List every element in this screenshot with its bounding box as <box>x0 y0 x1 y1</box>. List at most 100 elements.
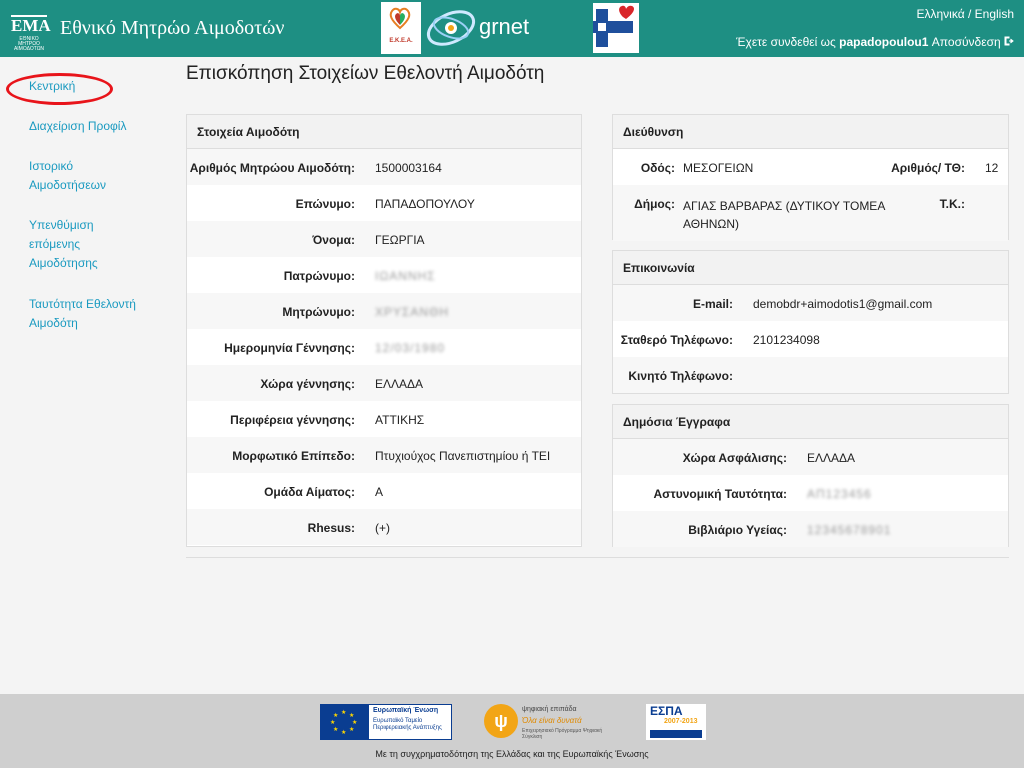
field-label: Χώρα γέννησης: <box>260 377 355 391</box>
contact-panel: Επικοινωνία E-mail: demobdr+aimodotis1@gm… <box>612 250 1009 394</box>
address-row-street: Οδός: ΜΕΣΟΓΕΙΩΝ Αριθμός/ ΤΘ: 12 <box>613 149 1008 185</box>
detail-row: Όνομα: ΓΕΩΡΓΙΑ <box>187 221 581 257</box>
sidebar-item-label: Αιμοδοτήσεων <box>29 178 106 192</box>
municipality-value: ΑΓΙΑΣ ΒΑΡΒΑΡΑΣ (ΔΥΤΙΚΟΥ ΤΟΜΕΑ ΑΘΗΝΩΝ) <box>683 197 885 233</box>
logo-text: ΕΜΑ <box>11 16 51 35</box>
heart-icon <box>389 7 411 30</box>
logout-link[interactable]: Αποσύνδεση <box>932 35 1001 49</box>
field-label: Μητρώνυμο: <box>282 305 355 319</box>
detail-row: Χώρα Ασφάλισης: ΕΛΛΑΔΑ <box>613 439 1008 475</box>
field-value: Πτυχιούχος Πανεπιστημίου ή ΤΕΙ <box>375 449 551 463</box>
espa-label: ΕΣΠΑ <box>650 704 683 718</box>
detail-row: Πατρώνυμο: ΙΩΑΝΝΗΣ <box>187 257 581 293</box>
sidebar-item-reminder[interactable]: Υπενθύμιση επόμενης Αιμοδότησης <box>29 216 159 273</box>
eu-fund: Ευρωπαϊκό Ταμείο Περιφερειακής Ανάπτυξης <box>373 718 442 731</box>
page-title: Επισκόπηση Στοιχείων Εθελοντή Αιμοδότη <box>186 63 545 84</box>
sidebar-item-profile[interactable]: Διαχείριση Προφίλ <box>29 117 159 136</box>
digital-convergence-icon: ψ <box>484 704 518 738</box>
field-value: demobdr+aimodotis1@gmail.com <box>753 297 933 311</box>
digital-convergence-logo: ψ ψηφιακή επιπάδα Όλα είναι δυνατά Επιχε… <box>484 702 616 742</box>
address-panel: Διεύθυνση Οδός: ΜΕΣΟΓΕΙΩΝ Αριθμός/ ΤΘ: 1… <box>612 114 1009 241</box>
street-value: ΜΕΣΟΓΕΙΩΝ <box>683 161 754 175</box>
sidebar-item-label: Αιμοδότη <box>29 316 78 330</box>
field-value: (+) <box>375 521 390 535</box>
detail-row: Περιφέρεια γέννησης: ΑΤΤΙΚΗΣ <box>187 401 581 437</box>
detail-row: Μορφωτικό Επίπεδο: Πτυχιούχος Πανεπιστημί… <box>187 437 581 473</box>
field-value: ΠΑΠΑΔΟΠΟΥΛΟΥ <box>375 197 475 211</box>
field-value: ΑΤΤΙΚΗΣ <box>375 413 425 427</box>
logo-subtext: ΕΘΝΙΚΟ ΜΗΤΡΩΟ ΑΙΜΟΔΟΤΩΝ <box>13 36 45 52</box>
street-label: Οδός: <box>640 161 675 175</box>
field-value: ΓΕΩΡΓΙΑ <box>375 233 425 247</box>
digital-slogan: Όλα είναι δυνατά <box>522 716 582 725</box>
ema-logo[interactable]: ΕΜΑ ΕΘΝΙΚΟ ΜΗΤΡΩΟ ΑΙΜΟΔΟΤΩΝ <box>11 15 51 52</box>
username: papadopoulou1 <box>839 35 929 49</box>
municipality-label: Δήμος: <box>634 197 675 211</box>
postal-code-label: Τ.Κ.: <box>939 197 965 211</box>
field-label: Πατρώνυμο: <box>283 269 355 283</box>
field-label: Ημερομηνία Γέννησης: <box>224 341 355 355</box>
ekea-logo: Ε.Κ.Ε.Α. <box>381 2 421 54</box>
field-label: Ομάδα Αίματος: <box>264 485 355 499</box>
login-status: Έχετε συνδεθεί ως papadopoulou1 Αποσύνδε… <box>736 35 1014 49</box>
language-switch[interactable]: Ελληνικά / English <box>917 7 1015 21</box>
sidebar-item-home[interactable]: Κεντρική <box>29 77 159 96</box>
field-value: A <box>375 485 384 499</box>
field-label: Αστυνομική Ταυτότητα: <box>653 487 787 501</box>
field-label: Αριθμός Μητρώου Αιμοδότη: <box>189 161 355 175</box>
detail-row: Σταθερό Τηλέφωνο: 2101234098 <box>613 321 1008 357</box>
field-value: ΧΡΥΣΑΝΘΗ <box>375 305 450 319</box>
field-label: E-mail: <box>692 297 733 311</box>
sidebar-item-label: Ιστορικό <box>29 159 74 173</box>
medical-cross-icon <box>593 5 634 47</box>
sidebar-item-label: επόμενης <box>29 237 81 251</box>
field-value: ΙΩΑΝΝΗΣ <box>375 269 436 283</box>
ministry-cross-logo <box>593 3 639 53</box>
sidebar-item-label: Διαχείριση Προφίλ <box>29 119 127 133</box>
address-row-municipality: Δήμος: ΑΓΙΑΣ ΒΑΡΒΑΡΑΣ (ΔΥΤΙΚΟΥ ΤΟΜΕΑ ΑΘΗ… <box>613 185 1008 241</box>
grnet-swirl-icon <box>426 10 476 46</box>
sidebar-item-label: Αιμοδότησης <box>29 256 98 270</box>
panel-title: Επικοινωνία <box>613 251 1008 285</box>
footer-caption: Με τη συγχρηματοδότηση της Ελλάδας και τ… <box>375 749 649 759</box>
top-bar: ΕΜΑ ΕΘΝΙΚΟ ΜΗΤΡΩΟ ΑΙΜΟΔΟΤΩΝ Εθνικό Μητρώ… <box>0 0 1024 57</box>
public-documents-panel: Δημόσια Έγγραφα Χώρα Ασφάλισης: ΕΛΛΑΔΑ Αστ… <box>612 404 1009 547</box>
espa-logo: ΕΣΠΑ 2007-2013 <box>646 704 706 740</box>
field-value: ΕΛΛΑΔΑ <box>375 377 424 391</box>
login-prefix: Έχετε συνδεθεί ως <box>736 35 836 49</box>
eu-logo: ★ ★ ★ ★ ★ ★ ★ ★ Ευρωπαϊκή Ένωση Ευρωπαϊκό Ταμ… <box>320 704 452 740</box>
municipality-line: ΑΘΗΝΩΝ) <box>683 217 740 231</box>
grnet-label: grnet <box>479 14 530 39</box>
field-label: Περιφέρεια γέννησης: <box>230 413 355 427</box>
field-value: 12345678901 <box>807 523 892 537</box>
detail-row: Rhesus: (+) <box>187 509 581 545</box>
sidebar-item-donation-history[interactable]: Ιστορικό Αιμοδοτήσεων <box>29 157 159 195</box>
field-label: Rhesus: <box>307 521 355 535</box>
sidebar-item-label: Ταυτότητα Εθελοντή <box>29 297 136 311</box>
eu-flag-icon: ★ ★ ★ ★ ★ ★ ★ ★ <box>321 705 369 739</box>
field-label: Βιβλιάριο Υγείας: <box>688 523 787 537</box>
field-label: Σταθερό Τηλέφωνο: <box>620 333 733 347</box>
eu-title: Ευρωπαϊκή Ένωση <box>373 707 439 714</box>
field-value: 2101234098 <box>753 333 820 347</box>
detail-row: Αριθμός Μητρώου Αιμοδότη: 1500003164 <box>187 149 581 185</box>
sidebar-item-label: Κεντρική <box>29 79 76 93</box>
panel-title: Στοιχεία Αιμοδότη <box>187 115 581 149</box>
detail-row: Επώνυμο: ΠΑΠΑΔΟΠΟΥΛΟΥ <box>187 185 581 221</box>
app-title[interactable]: Εθνικό Μητρώο Αιμοδοτών <box>60 17 284 40</box>
municipality-line: ΑΓΙΑΣ ΒΑΡΒΑΡΑΣ (ΔΥΤΙΚΟΥ ΤΟΜΕΑ <box>683 199 886 213</box>
detail-row: Χώρα γέννησης: ΕΛΛΑΔΑ <box>187 365 581 401</box>
espa-years: 2007-2013 <box>664 718 698 725</box>
field-label: Όνομα: <box>312 233 355 247</box>
sidebar-item-donor-id[interactable]: Ταυτότητα Εθελοντή Αιμοδότη <box>29 295 159 333</box>
detail-row: E-mail: demobdr+aimodotis1@gmail.com <box>613 285 1008 321</box>
detail-row: Βιβλιάριο Υγείας: 12345678901 <box>613 511 1008 547</box>
logout-icon[interactable] <box>1004 35 1014 49</box>
espa-bar <box>650 730 702 738</box>
digital-top: ψηφιακή επιπάδα <box>522 706 577 713</box>
grnet-logo: grnet <box>423 2 581 54</box>
panel-title: Δημόσια Έγγραφα <box>613 405 1008 439</box>
detail-row: Ομάδα Αίματος: A <box>187 473 581 509</box>
field-label: Μορφωτικό Επίπεδο: <box>232 449 355 463</box>
ekea-label: Ε.Κ.Ε.Α. <box>389 38 413 44</box>
